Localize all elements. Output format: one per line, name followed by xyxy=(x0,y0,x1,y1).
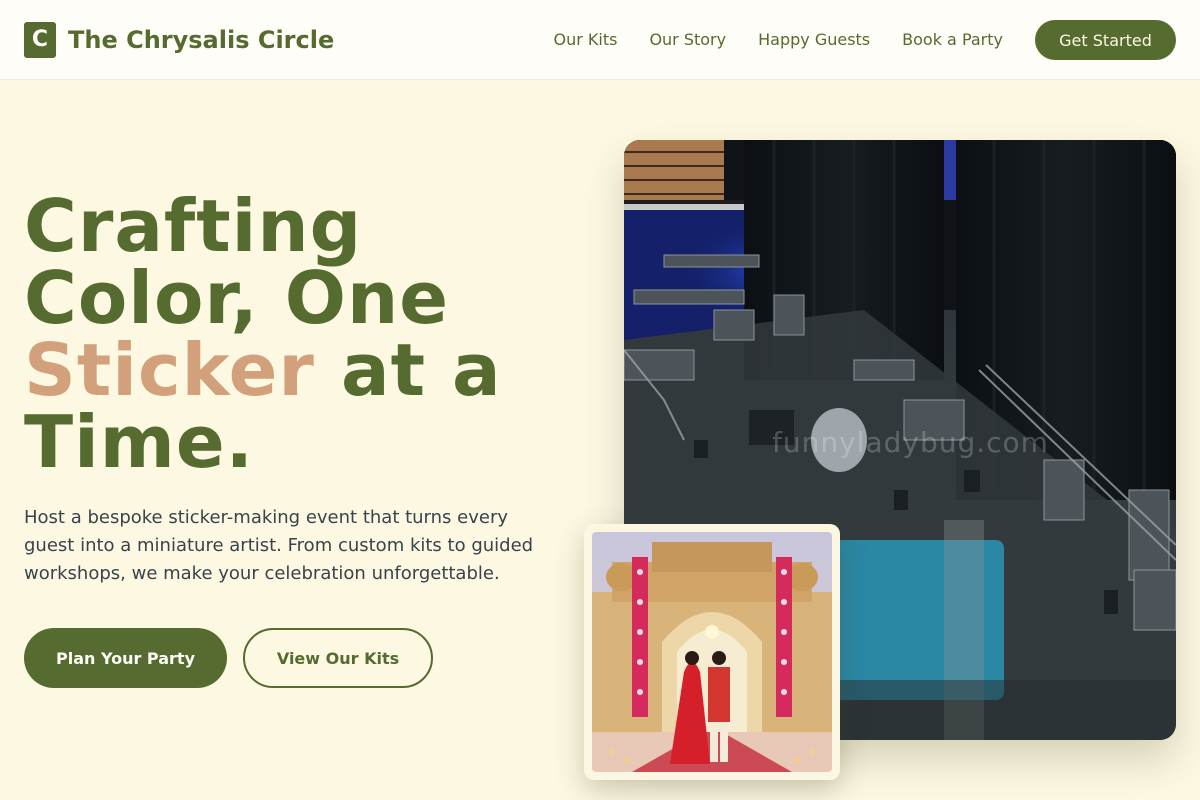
get-started-button[interactable]: Get Started xyxy=(1035,20,1176,60)
main-nav: Our Kits Our Story Happy Guests Book a P… xyxy=(553,20,1176,60)
logo-mark-icon: C xyxy=(24,21,56,58)
wedding-couple-photo-frame xyxy=(584,524,840,780)
nav-link-our-kits[interactable]: Our Kits xyxy=(553,20,617,60)
brand-name: The Chrysalis Circle xyxy=(68,25,335,54)
view-our-kits-button[interactable]: View Our Kits xyxy=(243,628,433,688)
hero-title-line-4: Time. xyxy=(24,400,254,484)
site-header: C The Chrysalis Circle Our Kits Our Stor… xyxy=(0,0,1200,80)
brand-logo[interactable]: C The Chrysalis Circle xyxy=(24,21,335,58)
hero-title: Crafting Color, One Sticker at a Time. xyxy=(24,190,584,478)
wedding-couple-photo xyxy=(592,532,832,772)
image-watermark: funnyladybug.com xyxy=(772,426,1049,459)
nav-link-our-story[interactable]: Our Story xyxy=(649,20,726,60)
nav-link-book-a-party[interactable]: Book a Party xyxy=(902,20,1003,60)
plan-your-party-button[interactable]: Plan Your Party xyxy=(24,628,227,688)
hero-description: Host a bespoke sticker-making event that… xyxy=(24,507,534,584)
hero-title-line-3: at a xyxy=(314,328,502,412)
nav-link-happy-guests[interactable]: Happy Guests xyxy=(758,20,870,60)
